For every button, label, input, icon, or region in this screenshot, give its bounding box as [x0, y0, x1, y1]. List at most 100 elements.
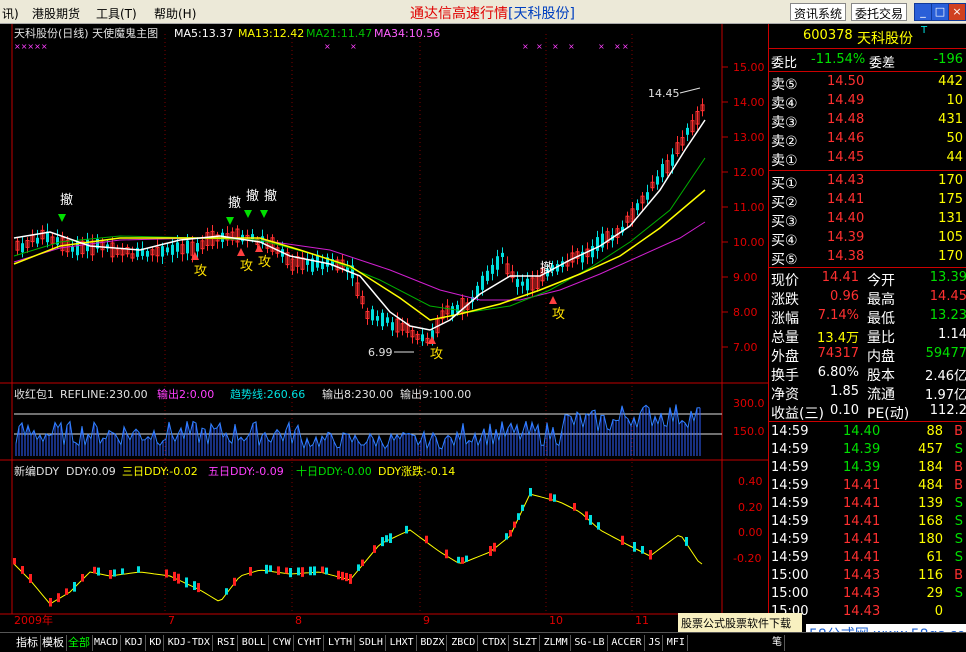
tab-accer[interactable]: ACCER [609, 635, 645, 651]
ma13-label: MA13:12.42 [238, 27, 304, 40]
stat-value: 0.96 [830, 289, 859, 304]
bid-price: 14.38 [827, 249, 865, 264]
y-tick: 11.00 [733, 201, 765, 214]
candle-body [646, 192, 649, 200]
sub1-refline: REFLINE:230.00 [60, 388, 148, 401]
close-icon[interactable]: × [948, 3, 966, 21]
tick-volume: 88 [926, 424, 943, 439]
stat-row: 外盘 74317 内盘 59477 [769, 346, 966, 365]
ask-level-label: 卖⑤ [771, 77, 798, 93]
tab-cyw[interactable]: CYW [271, 635, 294, 651]
tick-price: 14.43 [843, 568, 881, 583]
candle-body [376, 316, 379, 321]
tab-macd[interactable]: MACD [92, 635, 122, 651]
menu-item-tools[interactable]: 工具(T) [96, 5, 137, 22]
ddy-label: DDY:0.09 [66, 465, 116, 478]
y-tick: 12.00 [733, 166, 765, 179]
tab-指标[interactable]: 指标 [14, 635, 41, 651]
tab-right[interactable]: 笔 [770, 635, 785, 651]
minimize-icon[interactable]: _ [914, 3, 932, 21]
tab-sdlh[interactable]: SDLH [357, 635, 386, 651]
tab-mfi[interactable]: MFI [665, 635, 688, 651]
ddy-bar [49, 598, 52, 607]
tick-price: 14.40 [843, 424, 881, 439]
tab-ctdx[interactable]: CTDX [480, 635, 510, 651]
tab-bdzx[interactable]: BDZX [418, 635, 448, 651]
sub2-y-tick: 0.20 [738, 501, 763, 514]
stat-label: 今开 [867, 273, 895, 289]
sub1-out2: 输出2:0.00 [157, 387, 214, 401]
tab-zbcd[interactable]: ZBCD [449, 635, 479, 651]
ddy-bar [289, 568, 292, 578]
ddy-bar [109, 570, 112, 579]
sell-signal-label: 撤 [540, 260, 553, 276]
tick-price: 14.39 [843, 442, 881, 457]
ddy-bar [521, 504, 524, 511]
tab-kdj-tdx[interactable]: KDJ-TDX [166, 635, 213, 651]
candle-body [456, 304, 459, 313]
ddy-bar [509, 530, 512, 537]
tab-kd[interactable]: KD [147, 635, 165, 651]
stat-value: 0.10 [830, 403, 859, 418]
tab-lhxt[interactable]: LHXT [388, 635, 417, 651]
tab-rsi[interactable]: RSI [215, 635, 239, 651]
tab-全部[interactable]: 全部 [66, 635, 93, 651]
ask-price: 14.45 [827, 150, 865, 165]
candle-body [196, 243, 199, 252]
bid-row: 买④ 14.39 105 [769, 230, 966, 249]
tick-price: 14.41 [843, 496, 881, 511]
tick-side: S [954, 442, 963, 457]
bid-volume: 170 [938, 173, 963, 188]
candle-body [21, 243, 24, 253]
bid-volume: 175 [938, 192, 963, 207]
tab-slzt[interactable]: SLZT [511, 635, 540, 651]
tab-boll[interactable]: BOLL [240, 635, 269, 651]
tab-cyht[interactable]: CYHT [295, 635, 325, 651]
bid-price: 14.43 [827, 173, 865, 188]
tab-sg-lb[interactable]: SG-LB [572, 635, 608, 651]
menu-item-info[interactable]: 讯) [2, 5, 19, 22]
stat-label: 净资 [771, 387, 799, 403]
candle-body [516, 279, 519, 287]
kline-chart-area[interactable]: 天科股份(日线) 天使魔鬼主图 MA5:13.37 MA13:12.42 MA2… [0, 24, 768, 632]
ddy-bar [517, 513, 520, 520]
maximize-icon[interactable]: □ [931, 3, 949, 21]
tab-kdj[interactable]: KDJ [123, 635, 146, 651]
bid-row: 买③ 14.40 131 [769, 211, 966, 230]
trade-button[interactable]: 委托交易 [851, 3, 908, 21]
ddy-bar [589, 515, 592, 525]
candle-body [421, 334, 424, 342]
sub1-title: 收红包1 [14, 387, 54, 401]
ddy-bar [405, 525, 408, 534]
candle-body [596, 237, 599, 251]
tick-volume: 116 [918, 568, 943, 583]
ddy5-label: 五日DDY:-0.09 [208, 465, 284, 478]
bid-volume: 170 [938, 249, 963, 264]
ask-level-label: 卖② [771, 134, 798, 150]
tab-js[interactable]: JS [646, 635, 664, 651]
stat-row: 收益(三) 0.10 PE(动) 112.2 [769, 403, 966, 422]
ask-price: 14.48 [827, 112, 865, 127]
candle-body [36, 237, 39, 244]
ad-banner[interactable]: 股票公式股票软件下载 [678, 613, 802, 632]
news-system-button[interactable]: 资讯系统 [790, 3, 847, 21]
tick-volume: 168 [918, 514, 943, 529]
tab-lyth[interactable]: LYTH [326, 635, 356, 651]
tab-模板[interactable]: 模板 [40, 635, 67, 651]
tick-row: 14:59 14.40 88 B [769, 424, 966, 442]
ddy-bar [357, 564, 360, 571]
tick-volume: 180 [918, 532, 943, 547]
menu-item-hk-futures[interactable]: 港股期货 [32, 5, 80, 22]
svg-text:×: × [350, 42, 357, 51]
tab-zlmm[interactable]: ZLMM [542, 635, 571, 651]
ddy-bar [81, 574, 84, 582]
tick-row: 14:59 14.41 139 S [769, 496, 966, 514]
tick-time: 15:00 [771, 568, 809, 583]
ask-row: 卖① 14.45 44 [769, 150, 966, 169]
menu-item-help[interactable]: 帮助(H) [154, 5, 196, 22]
x-label: 2009年 [14, 613, 53, 627]
ddy-bar [529, 488, 532, 497]
ddy-bar [389, 533, 392, 543]
stat-value: 1.97亿 [925, 388, 966, 403]
ddy-bar [385, 535, 388, 543]
